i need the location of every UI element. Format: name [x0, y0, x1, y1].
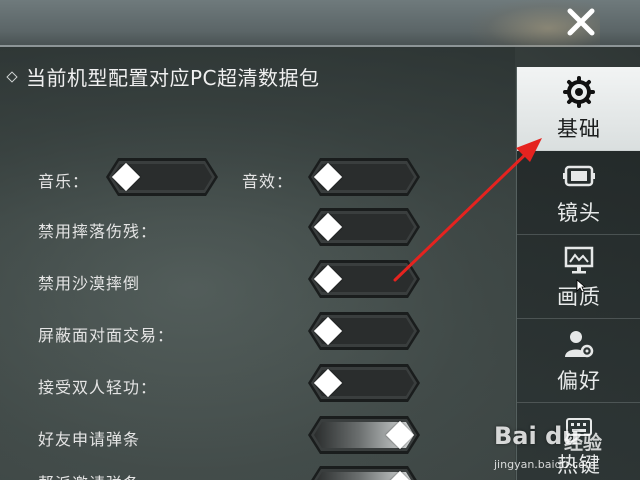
- disable-fall-injury-label: 禁用摔落伤残：: [38, 222, 158, 241]
- friend-request-popup-toggle[interactable]: [308, 416, 420, 454]
- nav-preference[interactable]: 偏好: [517, 319, 640, 403]
- close-icon: [567, 8, 595, 36]
- nav-quality[interactable]: 画质: [517, 235, 640, 319]
- baidu-watermark: Bai du 经验 jingyan.baidu.com: [488, 418, 638, 478]
- guild-invite-popup-label: 帮派邀请弹条: [38, 470, 140, 480]
- accept-double-qinggong-label: 接受双人轻功：: [38, 378, 158, 397]
- sound-effects-toggle[interactable]: [308, 158, 420, 196]
- sound-effects-label: 音效：: [242, 172, 294, 191]
- monitor-icon: [562, 243, 596, 277]
- block-trade-toggle[interactable]: [308, 312, 420, 350]
- block-trade-label: 屏蔽面对面交易：: [38, 326, 175, 345]
- music-toggle[interactable]: [106, 158, 218, 196]
- camera-screen-icon: [562, 159, 596, 193]
- nav-camera[interactable]: 镜头: [517, 151, 640, 235]
- friend-request-popup-label: 好友申请弹条: [38, 430, 141, 449]
- settings-panel: [0, 47, 515, 480]
- watermark-logo-cn: 经验: [564, 432, 603, 454]
- section-title: 当前机型配置对应PC超清数据包: [26, 66, 320, 90]
- nav-basic[interactable]: 基础: [517, 67, 640, 151]
- disable-desert-fall-toggle[interactable]: [308, 260, 420, 298]
- music-label: 音乐：: [38, 172, 90, 191]
- disable-desert-fall-label: 禁用沙漠摔倒: [38, 274, 141, 293]
- gear-icon: [562, 75, 596, 109]
- user-settings-icon: [562, 327, 596, 361]
- nav-preference-label: 偏好: [557, 368, 601, 393]
- top-banner: [0, 0, 640, 47]
- disable-fall-injury-toggle[interactable]: [308, 208, 420, 246]
- watermark-url: jingyan.baidu.com: [494, 458, 596, 471]
- section-header: 当前机型配置对应PC超清数据包: [6, 62, 320, 91]
- nav-basic-label: 基础: [557, 116, 601, 141]
- guild-invite-popup-toggle[interactable]: [308, 466, 420, 480]
- mouse-cursor-icon: [576, 279, 586, 293]
- diamond-icon: [6, 70, 18, 83]
- accept-double-qinggong-toggle[interactable]: [308, 364, 420, 402]
- close-button[interactable]: [552, 0, 610, 44]
- nav-camera-label: 镜头: [557, 200, 601, 225]
